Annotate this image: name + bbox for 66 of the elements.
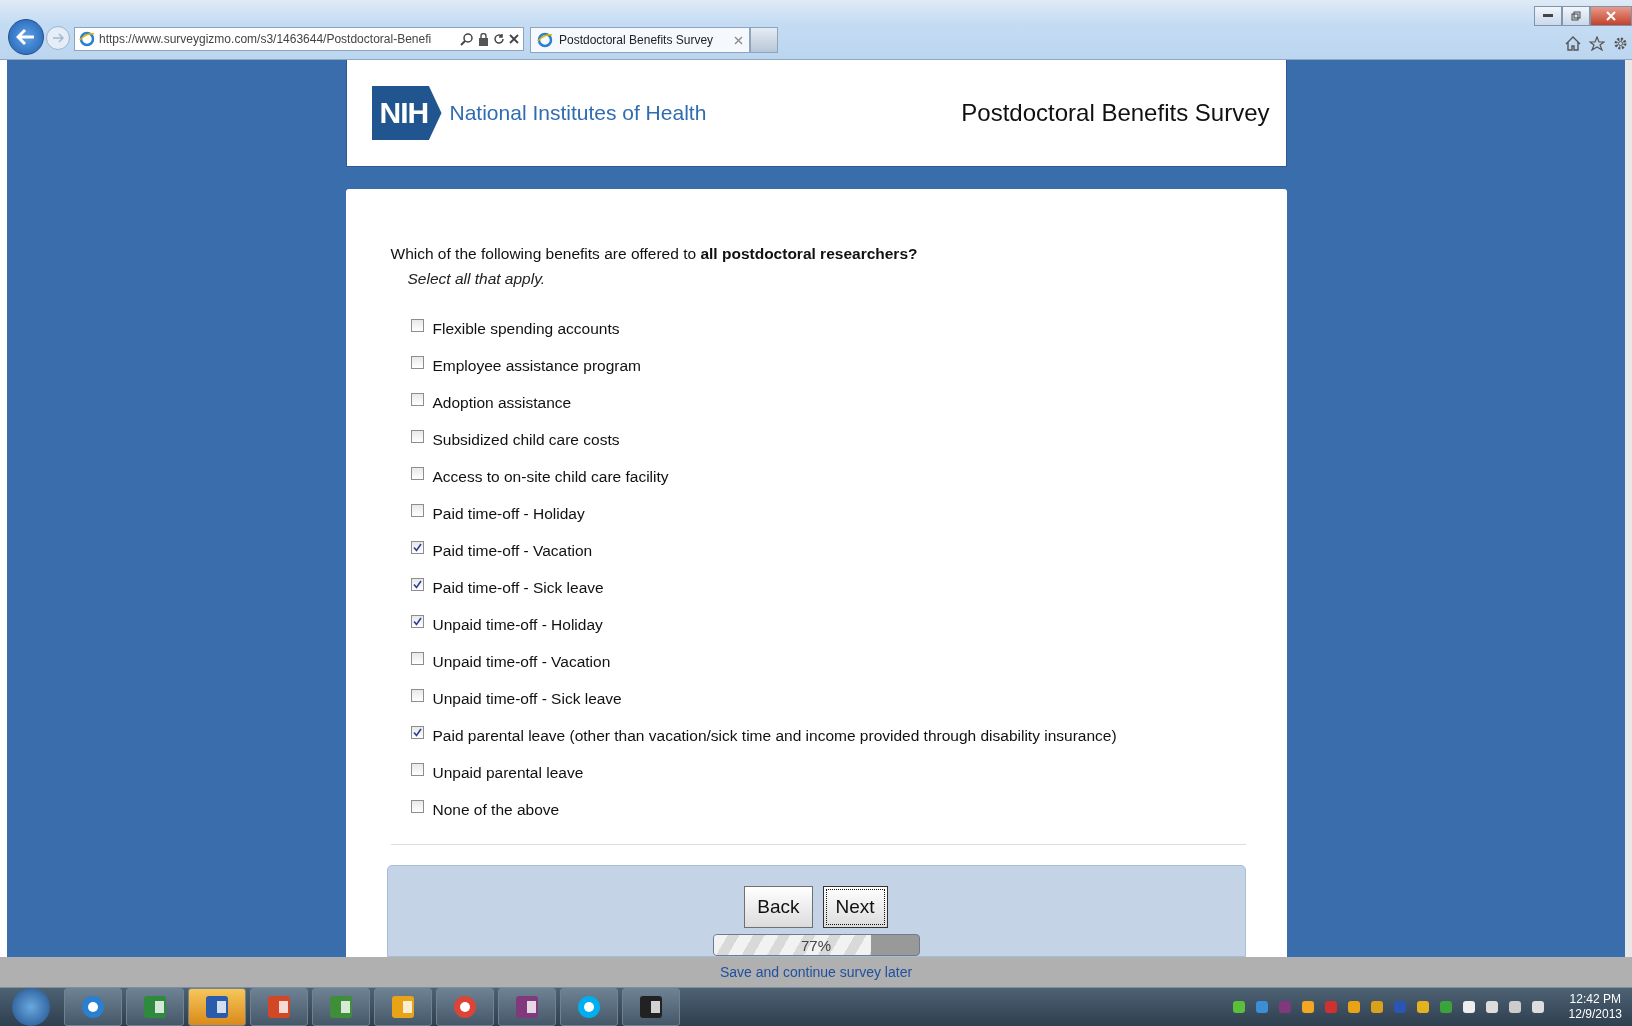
taskbar-button[interactable] — [126, 988, 184, 1026]
back-button[interactable] — [8, 19, 44, 55]
instruction-text: Select all that apply. — [407, 270, 547, 288]
browser-tab[interactable]: Postdoctoral Benefits Survey — [530, 27, 750, 53]
checkbox[interactable] — [410, 430, 424, 443]
home-icon[interactable] — [1565, 36, 1581, 51]
taskbar-button[interactable] — [250, 988, 308, 1026]
question-text: Which of the following benefits are offered to all postdoctoral researchers? — [390, 245, 919, 263]
taskbar-button[interactable] — [312, 988, 370, 1026]
checkbox[interactable] — [410, 800, 424, 813]
option-label: Paid parental leave (other than vacation/sick time and income provided through disability insurance) — [432, 726, 1117, 745]
minimize-icon — [1543, 14, 1553, 18]
taskbar-button[interactable] — [622, 988, 680, 1026]
close-icon[interactable] — [509, 34, 519, 44]
nav-button[interactable]: Back — [744, 886, 813, 928]
taskbar-button[interactable] — [560, 988, 618, 1026]
close-icon — [1606, 11, 1616, 21]
checkbox[interactable] — [410, 726, 424, 739]
checkbox[interactable] — [410, 356, 424, 369]
taskbar-button[interactable] — [188, 988, 246, 1026]
option-label: Unpaid parental leave — [432, 763, 584, 782]
option-label: Employee assistance program — [432, 356, 641, 375]
checkbox[interactable] — [410, 763, 424, 776]
refresh-icon[interactable] — [493, 33, 505, 45]
option-label: Unpaid time-off - Vacation — [432, 652, 611, 671]
restore-button[interactable] — [1562, 6, 1590, 26]
checkbox[interactable] — [410, 467, 424, 480]
survey-title: Postdoctoral Benefits Survey — [961, 99, 1270, 127]
option-label: Unpaid time-off - Holiday — [432, 615, 603, 634]
checkbox[interactable] — [410, 541, 424, 554]
checkbox[interactable] — [410, 689, 424, 702]
taskbar-button[interactable] — [436, 988, 494, 1026]
option-label: Paid time-off - Holiday — [432, 504, 585, 523]
left-arrow-icon — [16, 28, 36, 46]
settings-icon[interactable] — [1613, 36, 1628, 51]
taskbar-button[interactable] — [374, 988, 432, 1026]
star-icon[interactable] — [1589, 36, 1605, 51]
option-label: None of the above — [432, 800, 560, 819]
save-link[interactable]: Save and continue survey later — [719, 964, 913, 980]
checkbox[interactable] — [410, 615, 424, 628]
restore-icon — [1571, 11, 1581, 21]
progress-reading: 77% — [800, 937, 832, 954]
checkbox[interactable] — [410, 652, 424, 665]
option-label: Adoption assistance — [432, 393, 572, 412]
close-button[interactable] — [1590, 6, 1632, 26]
option-label: Paid time-off - Sick leave — [432, 578, 604, 597]
taskbar-button[interactable] — [498, 988, 556, 1026]
search-icon[interactable] — [460, 32, 474, 46]
address-bar[interactable]: https://www.surveygizmo.com/s3/1463644/Postdoctoral-Benefi — [74, 27, 524, 51]
right-arrow-icon — [52, 33, 64, 43]
option-label: Unpaid time-off - Sick leave — [432, 689, 622, 708]
logo-mark: NIH — [371, 86, 442, 140]
checkbox[interactable] — [410, 578, 424, 591]
checkbox[interactable] — [410, 319, 424, 332]
option-label: Flexible spending accounts — [432, 319, 620, 338]
clock[interactable]: 12:42 PM 12/9/2013 — [1568, 992, 1622, 1022]
nav-button[interactable]: Next — [822, 886, 888, 928]
checkbox[interactable] — [410, 393, 424, 406]
taskbar-button[interactable] — [64, 988, 122, 1026]
option-label: Subsidized child care costs — [432, 430, 620, 449]
start-button[interactable] — [12, 988, 50, 1026]
checkbox[interactable] — [410, 504, 424, 517]
option-label: Access to on-site child care facility — [432, 467, 669, 486]
logo-text: National Institutes of Health — [449, 101, 707, 125]
option-label: Paid time-off - Vacation — [432, 541, 593, 560]
minimize-button[interactable] — [1534, 6, 1562, 26]
